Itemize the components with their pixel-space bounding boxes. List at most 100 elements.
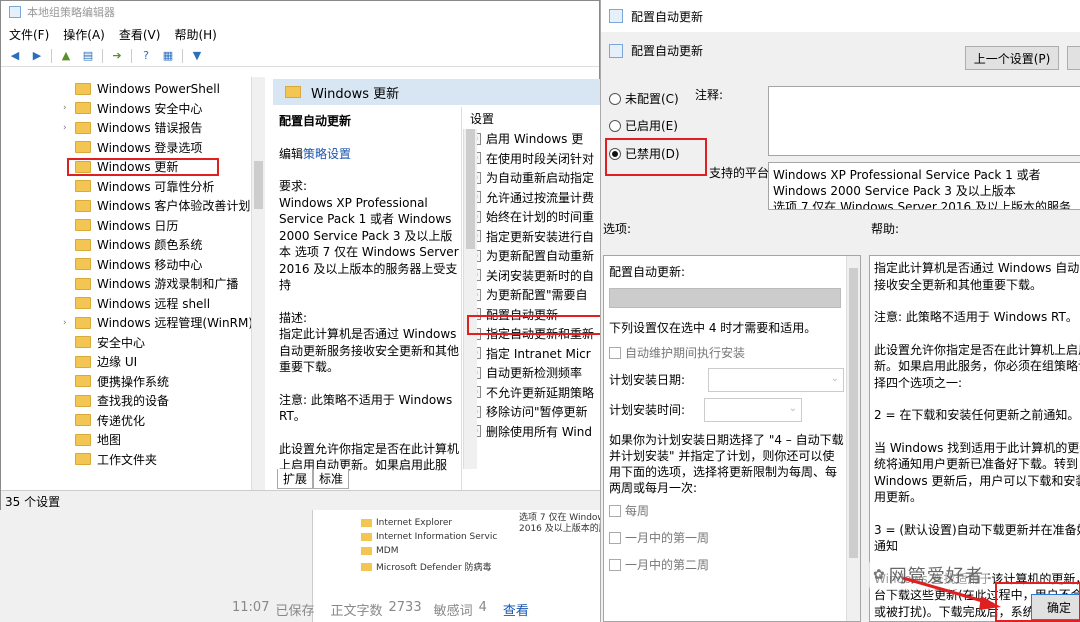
description-text: 指定此计算机是否通过 Windows 自动更新服务接收安全更新和其他重要下载。 xyxy=(279,327,460,374)
checkbox-label: 一月中的第二周 xyxy=(625,558,710,572)
first-week-checkbox[interactable]: 一月中的第一周 xyxy=(609,529,709,546)
setting-item[interactable]: ≡关闭安装更新时的自 xyxy=(470,266,594,286)
tree-item[interactable]: Windows 登录选项 xyxy=(1,138,202,158)
menu-view[interactable]: 查看(V) xyxy=(119,26,161,43)
details-header: Windows 更新 xyxy=(273,79,601,105)
tree-scrollbar[interactable] xyxy=(251,77,265,490)
radio-circle[interactable] xyxy=(609,119,621,132)
details-scrollbar-thumb[interactable] xyxy=(466,129,475,249)
tree-item[interactable]: Windows PowerShell xyxy=(1,79,220,99)
options-scrollbar-thumb[interactable] xyxy=(849,268,858,558)
forward-arrow-icon[interactable]: ▶ xyxy=(29,49,45,63)
show-hide-tree-icon[interactable]: ▤ xyxy=(80,49,96,63)
tree-item[interactable]: Windows 日历 xyxy=(1,216,178,236)
checkbox-box[interactable] xyxy=(609,531,621,544)
weekly-checkbox[interactable]: 每周 xyxy=(609,502,649,519)
setting-item[interactable]: ≡不允许更新延期策略 xyxy=(470,383,594,403)
checkbox-box[interactable] xyxy=(609,558,621,571)
tree-item-label: 安全中心 xyxy=(97,335,146,350)
second-week-checkbox[interactable]: 一月中的第二周 xyxy=(609,556,709,573)
checkbox-box[interactable] xyxy=(609,504,621,517)
setting-label: 不允许更新延期策略 xyxy=(486,385,595,400)
edit-prefix: 编辑 xyxy=(279,146,304,161)
auto-update-mode-select[interactable] xyxy=(609,288,841,308)
tree-item[interactable]: 工作文件夹 xyxy=(1,450,157,470)
toolbar-divider xyxy=(102,48,103,63)
chevron-down-icon: ⌄ xyxy=(830,373,839,384)
highlight-disabled-option xyxy=(605,138,707,176)
setting-item[interactable]: ≡为更新配置自动重新 xyxy=(470,246,594,266)
setting-item[interactable]: ≡指定 Intranet Micr xyxy=(470,344,591,364)
tree-item[interactable]: › Windows 错误报告 xyxy=(1,118,202,138)
tree-item[interactable]: Windows 远程 shell xyxy=(1,294,210,314)
setting-item[interactable]: ≡始终在计划的时间重 xyxy=(470,207,594,227)
folder-icon xyxy=(75,433,91,446)
menu-action[interactable]: 操作(A) xyxy=(63,26,105,43)
previous-setting-button[interactable]: 上一个设置(P) xyxy=(965,46,1059,70)
tree-item[interactable]: › Windows 远程管理(WinRM) xyxy=(1,313,253,333)
edit-policy-link[interactable]: 策略设置 xyxy=(303,147,351,161)
tab-standard[interactable]: 标准 xyxy=(313,469,350,489)
checkbox-box[interactable] xyxy=(609,346,621,359)
doc-words-label: 正文字数 xyxy=(330,604,383,619)
comment-textarea[interactable] xyxy=(768,86,1080,156)
radio-enabled[interactable]: 已启用(E) xyxy=(609,117,678,134)
chevron-right-icon[interactable]: › xyxy=(63,103,75,113)
setting-item[interactable]: ≡启用 Windows 更 xyxy=(470,129,583,149)
options-scrollbar[interactable] xyxy=(846,256,860,621)
setting-item[interactable]: ≡指定更新安装进行自 xyxy=(470,227,594,247)
setting-label: 为自动重新启动指定 xyxy=(486,171,595,186)
setting-item[interactable]: ≡允许通过按流量计费 xyxy=(470,188,594,208)
setting-item[interactable]: ≡在使用时段关闭针对 xyxy=(470,149,594,169)
setting-item[interactable]: ≡移除访问"暂停更新 xyxy=(470,402,588,422)
folder-icon xyxy=(361,519,372,527)
tree-item[interactable]: 边缘 UI xyxy=(1,352,137,372)
tree-item[interactable]: Windows 移动中心 xyxy=(1,255,202,275)
settings-header[interactable]: 设置 xyxy=(470,109,494,129)
tree-item[interactable]: 安全中心 xyxy=(1,333,145,353)
next-setting-button[interactable] xyxy=(1067,46,1080,70)
platform-label: 支持的平台: xyxy=(709,166,774,180)
setting-item[interactable]: ≡为更新配置"需要自 xyxy=(470,285,588,305)
tree-item[interactable]: 传递优化 xyxy=(1,411,145,431)
menu-file[interactable]: 文件(F) xyxy=(9,26,49,43)
platform-box: Windows XP Professional Service Pack 1 或… xyxy=(768,162,1080,210)
maintenance-install-checkbox[interactable]: 自动维护期间执行安装 xyxy=(609,344,745,361)
folder-icon xyxy=(75,141,91,154)
filter-icon[interactable]: ▼ xyxy=(189,49,205,63)
install-day-select[interactable]: ⌄ xyxy=(708,368,844,392)
tree-item[interactable]: Windows 游戏录制和广播 xyxy=(1,274,238,294)
setting-item[interactable]: ≡自动更新检测频率 xyxy=(470,363,582,383)
radio-circle[interactable] xyxy=(609,92,621,105)
setting-item[interactable]: ≡删除使用所有 Wind xyxy=(470,422,592,442)
chevron-right-icon[interactable]: › xyxy=(63,318,75,328)
policy-icon xyxy=(609,43,623,58)
tree-scrollbar-thumb[interactable] xyxy=(254,161,263,209)
menu-help[interactable]: 帮助(H) xyxy=(174,26,216,43)
help-icon[interactable]: ? xyxy=(138,49,154,63)
setting-item[interactable]: ≡为自动重新启动指定 xyxy=(470,168,594,188)
properties-icon[interactable]: ▦ xyxy=(160,49,176,63)
details-scrollbar[interactable] xyxy=(463,129,477,469)
tree-item[interactable]: Windows 颜色系统 xyxy=(1,235,202,255)
radio-not-configured[interactable]: 未配置(C) xyxy=(609,90,679,107)
tree-item[interactable]: › Windows 安全中心 xyxy=(1,99,202,119)
tree-item[interactable]: 便携操作系统 xyxy=(1,372,169,392)
back-arrow-icon[interactable]: ◀ xyxy=(7,49,23,63)
tree-item[interactable]: 地图 xyxy=(1,430,121,450)
tree-item-label: Windows 颜色系统 xyxy=(97,238,203,253)
tree-item-label: 地图 xyxy=(97,433,122,448)
export-list-icon[interactable]: ➔ xyxy=(109,49,125,63)
chevron-right-icon[interactable]: › xyxy=(63,123,75,133)
doc-view-link[interactable]: 查看 xyxy=(503,600,529,619)
tab-extended[interactable]: 扩展 xyxy=(277,469,314,489)
up-folder-icon[interactable]: ▲ xyxy=(58,49,74,63)
tree-item[interactable]: Windows 客户体验改善计划 xyxy=(1,196,250,216)
tree-item[interactable]: 查找我的设备 xyxy=(1,391,169,411)
install-time-select[interactable]: ⌄ xyxy=(704,398,802,422)
folder-icon xyxy=(75,355,91,368)
tree-item[interactable]: Windows 可靠性分析 xyxy=(1,177,214,197)
install-day-label: 计划安装日期: xyxy=(609,373,686,387)
checkbox-label: 每周 xyxy=(625,504,650,518)
folder-icon xyxy=(75,121,91,134)
